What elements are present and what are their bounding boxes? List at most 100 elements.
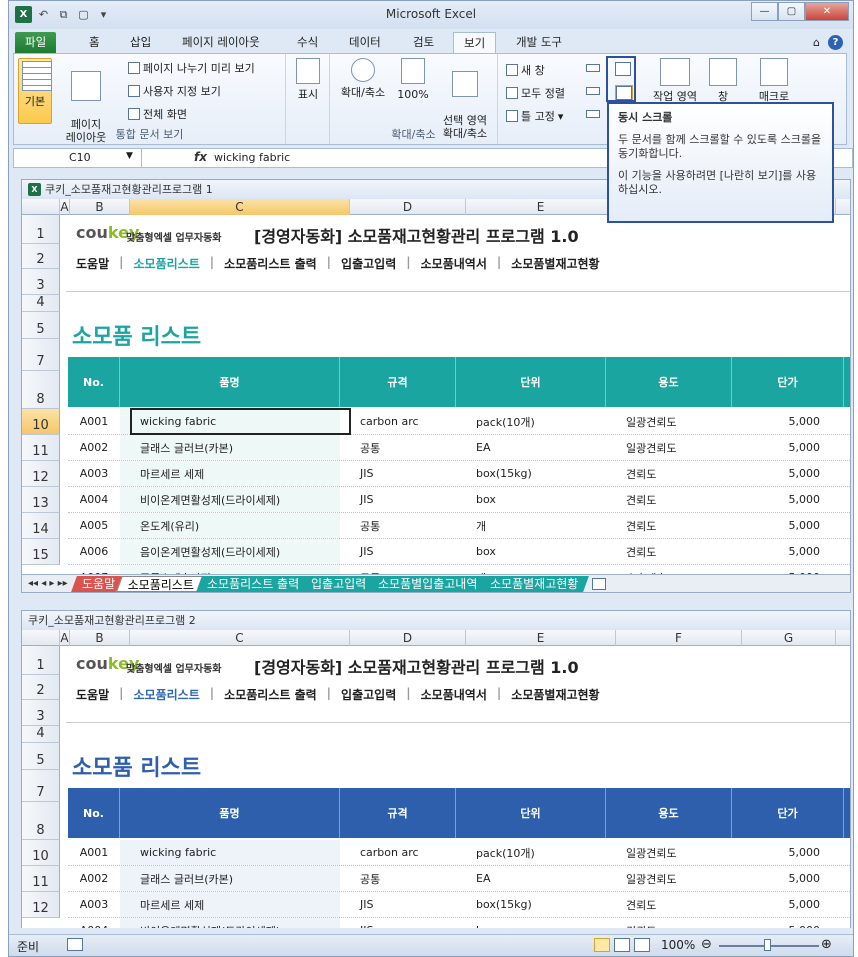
- zoom-button[interactable]: 확대/축소: [336, 58, 390, 99]
- row-header[interactable]: 13: [22, 487, 60, 513]
- row-header[interactable]: 1: [22, 215, 60, 244]
- row-header[interactable]: 10: [22, 409, 60, 435]
- row-header[interactable]: 12: [22, 892, 60, 918]
- table-cell[interactable]: JIS: [340, 461, 456, 486]
- table-cell[interactable]: wicking fabric: [120, 840, 340, 865]
- table-cell[interactable]: 개: [456, 513, 606, 538]
- nav-item[interactable]: 소모품내역서: [411, 255, 497, 272]
- row-header[interactable]: 10: [22, 840, 60, 866]
- table-cell[interactable]: 일광견뢰도: [606, 435, 732, 460]
- table-cell[interactable]: 개: [456, 565, 606, 575]
- switch-windows-button[interactable]: 창: [706, 58, 740, 103]
- row-header[interactable]: 8: [22, 371, 60, 409]
- table-cell[interactable]: 글래스 글러브(카본): [120, 435, 340, 460]
- unhide-button[interactable]: [586, 110, 600, 118]
- table-cell[interactable]: A002: [68, 866, 120, 891]
- table-cell[interactable]: box: [456, 539, 606, 564]
- table-cell[interactable]: A007: [68, 565, 120, 574]
- tab-data[interactable]: 데이터: [339, 32, 391, 53]
- tab-file[interactable]: 파일: [15, 32, 57, 53]
- table-cell[interactable]: 마르세르 세제: [120, 892, 340, 917]
- table-cell[interactable]: 마르세르 세제: [120, 461, 340, 486]
- row-header[interactable]: 3: [22, 269, 60, 295]
- column-header[interactable]: F: [616, 630, 742, 646]
- column-header[interactable]: A: [60, 630, 70, 646]
- table-cell[interactable]: box(15kg): [456, 461, 606, 486]
- table-cell[interactable]: 견뢰도: [606, 539, 732, 564]
- column-header[interactable]: D: [350, 199, 466, 215]
- zoom-out-icon[interactable]: ⊖: [701, 937, 712, 952]
- page-break-preview-button[interactable]: 페이지 나누기 미리 보기: [128, 60, 255, 76]
- normal-view-button[interactable]: 기본: [18, 58, 52, 124]
- sheet-grid-2[interactable]: A B C D E F G 1 2 3 4 5 7 8 10 11 12 coukey 맞춤형엑셀 업무자동화 [경영…: [22, 630, 850, 928]
- zoom-in-icon[interactable]: ⊕: [821, 937, 832, 952]
- name-box[interactable]: C10: [14, 149, 142, 167]
- column-header[interactable]: D: [350, 630, 466, 646]
- table-cell[interactable]: 공통: [340, 866, 456, 891]
- table-cell[interactable]: box: [456, 918, 606, 928]
- sheet-tab[interactable]: 소모품별재고현황: [478, 575, 589, 592]
- column-header[interactable]: C: [130, 630, 350, 646]
- row-header[interactable]: 2: [22, 675, 60, 700]
- table-cell[interactable]: 5,000: [732, 539, 844, 564]
- table-cell[interactable]: A001: [68, 409, 120, 434]
- split-button[interactable]: [586, 64, 600, 72]
- table-cell[interactable]: 공통: [340, 513, 456, 538]
- table-cell[interactable]: box: [456, 487, 606, 512]
- table-row[interactable]: A003 마르세르 세제 JIS box(15kg) 견뢰도 5,000: [68, 461, 850, 487]
- sheet-nav-arrows[interactable]: ◂◂ ◂ ▸ ▸▸: [22, 578, 74, 589]
- select-all-corner[interactable]: [22, 199, 60, 215]
- nav-item[interactable]: 소모품별재고현황: [501, 686, 609, 703]
- help-icon[interactable]: ?: [828, 35, 843, 50]
- row-header[interactable]: 5: [22, 743, 60, 770]
- hide-button[interactable]: [586, 87, 600, 95]
- table-cell[interactable]: 5,000: [732, 840, 844, 865]
- nav-item[interactable]: 도움말: [66, 255, 119, 272]
- table-cell[interactable]: 5,000: [732, 435, 844, 460]
- macros-button[interactable]: 매크로: [752, 58, 796, 103]
- table-cell[interactable]: 5,000: [732, 409, 844, 434]
- minimize-button[interactable]: —: [751, 2, 778, 21]
- tab-formulas[interactable]: 수식: [287, 32, 328, 53]
- save-workspace-button[interactable]: 작업 영역: [648, 58, 702, 103]
- page-break-status-icon[interactable]: [634, 938, 650, 952]
- table-cell[interactable]: carbon arc: [340, 840, 456, 865]
- table-cell[interactable]: 온도계(유리): [120, 513, 340, 538]
- ribbon-collapse-icon[interactable]: ⌂: [813, 36, 820, 49]
- table-cell[interactable]: A003: [68, 892, 120, 917]
- column-header[interactable]: C: [130, 199, 350, 215]
- formula-input[interactable]: wicking fabric: [214, 151, 290, 164]
- custom-views-button[interactable]: 사용자 지정 보기: [128, 83, 221, 99]
- table-cell[interactable]: 5,000: [732, 487, 844, 512]
- column-header[interactable]: E: [466, 630, 616, 646]
- row-header[interactable]: 7: [22, 339, 60, 371]
- table-cell[interactable]: 5,000: [732, 565, 844, 574]
- row-header[interactable]: 1: [22, 646, 60, 675]
- table-cell[interactable]: 음이온계면활성제(드라이세제): [120, 539, 340, 564]
- name-box-dropdown-icon[interactable]: ▼: [126, 151, 133, 161]
- table-cell[interactable]: 공통: [340, 565, 456, 575]
- table-cell[interactable]: A003: [68, 461, 120, 486]
- table-cell[interactable]: 일광견뢰도: [606, 866, 732, 891]
- table-cell[interactable]: 견뢰도: [606, 487, 732, 512]
- table-cell[interactable]: JIS: [340, 487, 456, 512]
- table-row[interactable]: A007주름수계측가진(AATCC1000)공통개수축계측5,000: [68, 565, 850, 574]
- row-header[interactable]: 14: [22, 513, 60, 539]
- row-header[interactable]: 5: [22, 312, 60, 339]
- table-cell[interactable]: 5,000: [732, 918, 844, 928]
- active-cell-selection[interactable]: [130, 408, 351, 435]
- row-header[interactable]: 7: [22, 770, 60, 802]
- table-cell[interactable]: 주름수계측가진(AATCC1000): [120, 565, 340, 574]
- insert-sheet-icon[interactable]: [592, 577, 607, 590]
- tab-developer[interactable]: 개발 도구: [506, 32, 572, 53]
- sheet-tab[interactable]: 소모품리스트 출력: [196, 575, 311, 592]
- new-window-button[interactable]: 새 창: [506, 62, 545, 78]
- nav-item[interactable]: 소모품리스트: [124, 686, 210, 703]
- table-cell[interactable]: A005: [68, 513, 120, 538]
- table-cell[interactable]: JIS: [340, 539, 456, 564]
- row-header[interactable]: 3: [22, 700, 60, 726]
- column-header[interactable]: G: [742, 630, 836, 646]
- table-cell[interactable]: A004: [68, 918, 120, 928]
- sheet-tab[interactable]: 입출고입력: [300, 575, 378, 592]
- full-screen-button[interactable]: 전체 화면: [128, 106, 187, 122]
